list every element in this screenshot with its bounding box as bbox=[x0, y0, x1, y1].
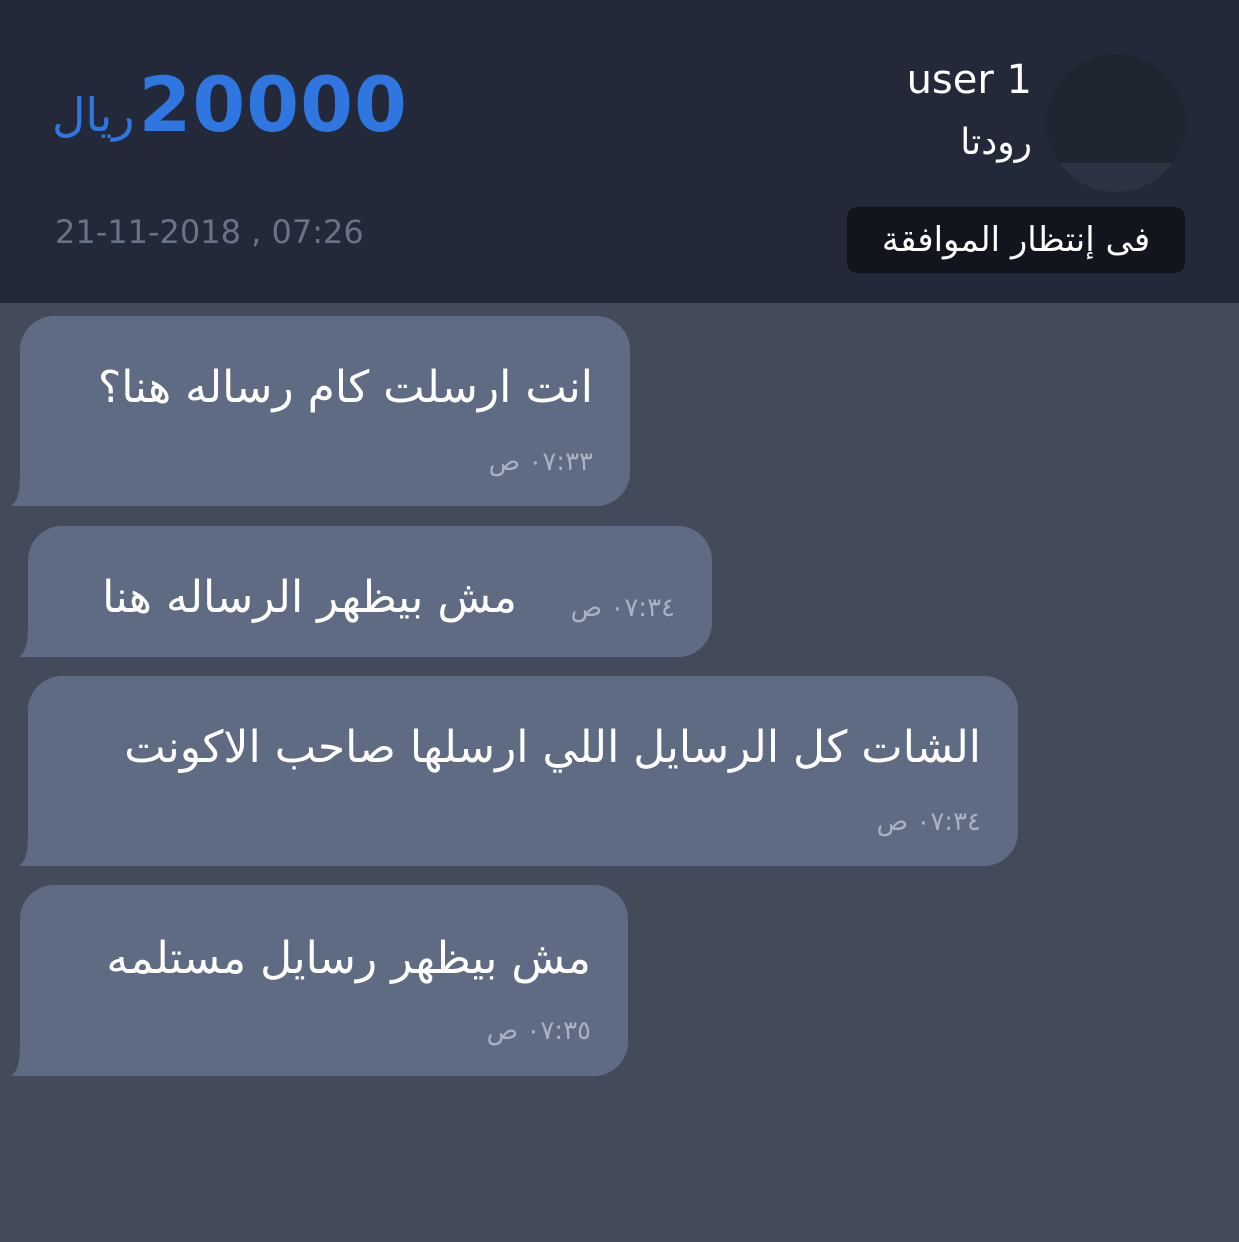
message-time: ٠٧:٣٤ ص bbox=[876, 807, 981, 837]
message-text: الشات كل الرسايل اللي ارسلها صاحب الاكون… bbox=[124, 722, 981, 773]
price-currency: ريال bbox=[52, 88, 135, 142]
message-text: انت ارسلت كام رساله هنا؟ bbox=[97, 362, 593, 413]
chat-header: user 1 رودتا فى إنتظار الموافقة ريال 200… bbox=[0, 0, 1239, 303]
message-bubble[interactable]: مش بيظهر رسايل مستلمه ٠٧:٣٥ ص bbox=[11, 885, 628, 1076]
message-time: ٠٧:٣٣ ص bbox=[488, 447, 593, 477]
message-text: مش بيظهر الرساله هنا bbox=[102, 572, 517, 623]
bubble-tail bbox=[11, 1042, 51, 1076]
message-bubble[interactable]: الشات كل الرسايل اللي ارسلها صاحب الاكون… bbox=[19, 676, 1018, 866]
user-subtitle: رودتا bbox=[960, 122, 1032, 163]
bubble-tail bbox=[19, 623, 59, 657]
message-time: ٠٧:٣٤ ص bbox=[570, 593, 675, 623]
bubble-tail bbox=[19, 832, 59, 866]
avatar[interactable] bbox=[1047, 54, 1185, 192]
price-amount: 20000 bbox=[138, 60, 408, 149]
message-time: ٠٧:٣٥ ص bbox=[486, 1016, 591, 1046]
message-text: مش بيظهر رسايل مستلمه bbox=[106, 933, 591, 984]
status-badge: فى إنتظار الموافقة bbox=[847, 207, 1185, 273]
message-bubble[interactable]: ٠٧:٣٤ ص مش بيظهر الرساله هنا bbox=[19, 526, 712, 657]
price: ريال 20000 bbox=[52, 60, 408, 149]
date-time: 21-11-2018 , 07:26 bbox=[55, 213, 364, 251]
user-name: user 1 bbox=[906, 57, 1032, 103]
avatar-band bbox=[1047, 163, 1185, 192]
message-bubble[interactable]: انت ارسلت كام رساله هنا؟ ٠٧:٣٣ ص bbox=[11, 316, 630, 506]
bubble-tail bbox=[11, 472, 51, 506]
